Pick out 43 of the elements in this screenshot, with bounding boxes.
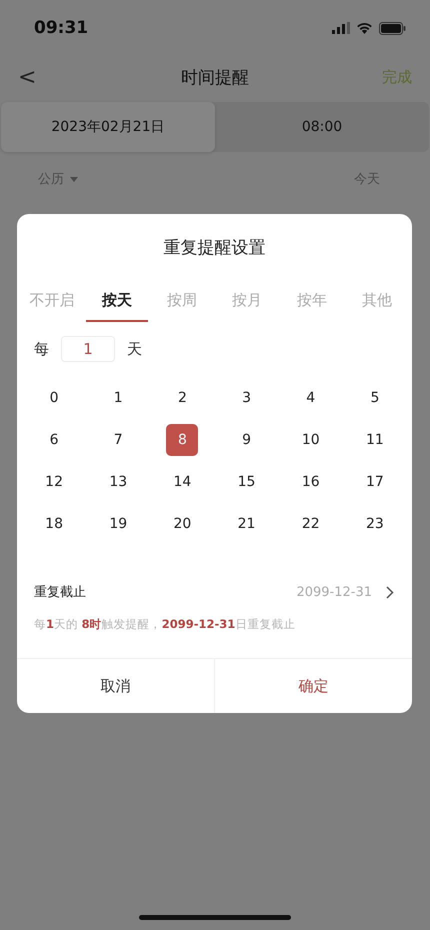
signal-icon xyxy=(332,22,350,34)
chevron-right-icon[interactable] xyxy=(386,586,394,598)
page-title: 时间提醒 xyxy=(181,66,249,88)
hour-option[interactable]: 19 xyxy=(102,508,134,540)
hour-option[interactable]: 4 xyxy=(294,382,327,414)
hour-option[interactable]: 6 xyxy=(38,424,70,456)
hour-option[interactable]: 5 xyxy=(358,382,391,414)
hour-option[interactable]: 15 xyxy=(230,466,263,498)
hour-option[interactable]: 1 xyxy=(102,382,134,414)
interval-unit: 天 xyxy=(127,340,142,358)
hour-option[interactable]: 0 xyxy=(38,382,70,414)
hour-option[interactable]: 3 xyxy=(230,382,263,414)
segment-tab[interactable]: 08:00 xyxy=(215,102,429,152)
hour-option[interactable]: 10 xyxy=(294,424,327,456)
hour-option[interactable]: 12 xyxy=(38,466,70,498)
back-button[interactable]: < xyxy=(18,64,58,90)
battery-icon xyxy=(379,22,406,34)
hour-option[interactable]: 14 xyxy=(166,466,198,498)
confirm-button[interactable]: 确定 xyxy=(215,659,412,713)
cancel-button[interactable]: 取消 xyxy=(17,659,215,713)
hour-option[interactable]: 20 xyxy=(166,508,198,540)
caret-icon xyxy=(70,176,78,182)
hour-option[interactable]: 7 xyxy=(102,424,134,456)
hour-option[interactable]: 21 xyxy=(230,508,263,540)
hour-option[interactable]: 17 xyxy=(358,466,391,498)
hour-option[interactable]: 13 xyxy=(102,466,134,498)
hour-option[interactable]: 18 xyxy=(38,508,70,540)
hour-option[interactable]: 22 xyxy=(294,508,327,540)
hour-option[interactable]: 2 xyxy=(166,382,198,414)
repeat-end-label: 重复截止 xyxy=(34,584,87,601)
hour-option[interactable]: 11 xyxy=(358,424,391,456)
hour-option[interactable]: 23 xyxy=(358,508,391,540)
segment-tab[interactable]: 2023年02月21日 xyxy=(1,102,215,152)
interval-prefix: 每 xyxy=(34,340,49,358)
wifi-icon xyxy=(356,22,373,34)
hour-option[interactable]: 16 xyxy=(294,466,327,498)
repeat-tab[interactable]: 按天 xyxy=(86,291,148,322)
status-time: 09:31 xyxy=(34,18,88,38)
hour-option[interactable]: 8 xyxy=(166,424,198,456)
hour-option[interactable]: 9 xyxy=(230,424,263,456)
dialog-title: 重复提醒设置 xyxy=(162,237,266,259)
repeat-summary: 每1天的 8时触发提醒，2099-12-31日重复截止 xyxy=(33,617,296,632)
interval-field[interactable]: 1 xyxy=(61,336,115,362)
